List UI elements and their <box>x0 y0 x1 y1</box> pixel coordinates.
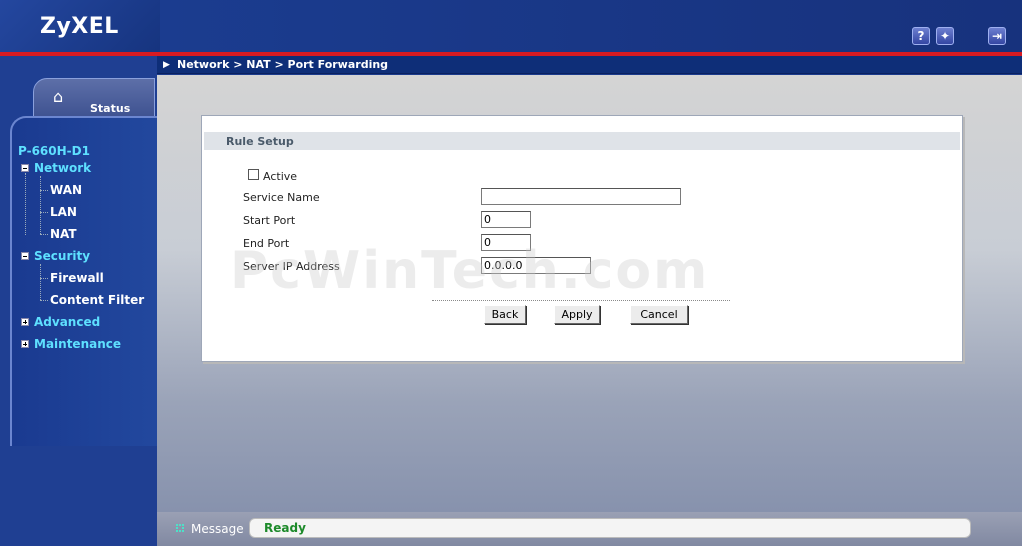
collapse-network-icon[interactable] <box>21 164 29 172</box>
tree-line <box>25 173 26 235</box>
panel-title: Rule Setup <box>226 135 294 148</box>
message-icon <box>176 524 184 532</box>
expand-advanced-icon[interactable] <box>21 318 29 326</box>
sidebar-item-content-filter[interactable]: Content Filter <box>50 293 144 307</box>
service-name-label: Service Name <box>243 191 320 204</box>
message-bar: Message Ready <box>157 512 1022 546</box>
sidebar-item-advanced[interactable]: Advanced <box>34 315 100 329</box>
logout-icon[interactable]: ⇥ <box>988 27 1006 45</box>
tree-line <box>40 264 41 300</box>
watermark: PcWinTech.com <box>230 241 710 301</box>
breadcrumb-path: Network > NAT > Port Forwarding <box>177 58 389 71</box>
back-button[interactable]: Back <box>484 305 526 324</box>
wizard-icon[interactable]: ✦ <box>936 27 954 45</box>
rule-setup-panel: Rule Setup Active Service Name Start Por… <box>201 115 963 362</box>
device-model: P-660H-D1 <box>18 144 90 158</box>
apply-button[interactable]: Apply <box>554 305 600 324</box>
breadcrumb: ▶ Network > NAT > Port Forwarding <box>157 56 1022 74</box>
help-icon[interactable]: ? <box>912 27 930 45</box>
tree-line <box>40 176 41 234</box>
tree-line <box>40 190 48 191</box>
status-tab-label: Status <box>90 102 131 115</box>
top-header: ZyXEL ? ✦ ⇥ <box>0 0 1022 52</box>
expand-maintenance-icon[interactable] <box>21 340 29 348</box>
collapse-security-icon[interactable] <box>21 252 29 260</box>
sidebar-item-firewall[interactable]: Firewall <box>50 271 104 285</box>
tree-line <box>40 212 48 213</box>
message-field: Ready <box>249 518 971 538</box>
active-label: Active <box>263 170 298 183</box>
start-port-label: Start Port <box>243 214 296 227</box>
sidebar-item-maintenance[interactable]: Maintenance <box>34 337 121 351</box>
tree-line <box>40 234 48 235</box>
sidebar-item-network[interactable]: Network <box>34 161 91 175</box>
sidebar-item-nat[interactable]: NAT <box>50 227 77 241</box>
router-icon: ⌂ <box>53 87 64 106</box>
sidebar-item-wan[interactable]: WAN <box>50 183 82 197</box>
breadcrumb-arrow-icon: ▶ <box>163 60 170 70</box>
tree-line <box>40 300 48 301</box>
message-value: Ready <box>264 521 306 535</box>
message-label: Message <box>191 522 244 536</box>
zyxel-logo: ZyXEL <box>40 14 119 39</box>
sidebar-item-security[interactable]: Security <box>34 249 90 263</box>
start-port-input[interactable]: 0 <box>481 211 531 228</box>
service-name-input[interactable] <box>481 188 681 205</box>
tree-line <box>40 278 48 279</box>
cancel-button[interactable]: Cancel <box>630 305 688 324</box>
sidebar-item-lan[interactable]: LAN <box>50 205 77 219</box>
logo-area: ZyXEL <box>0 0 160 52</box>
panel-header: Rule Setup <box>204 132 960 150</box>
active-checkbox[interactable] <box>248 169 259 180</box>
